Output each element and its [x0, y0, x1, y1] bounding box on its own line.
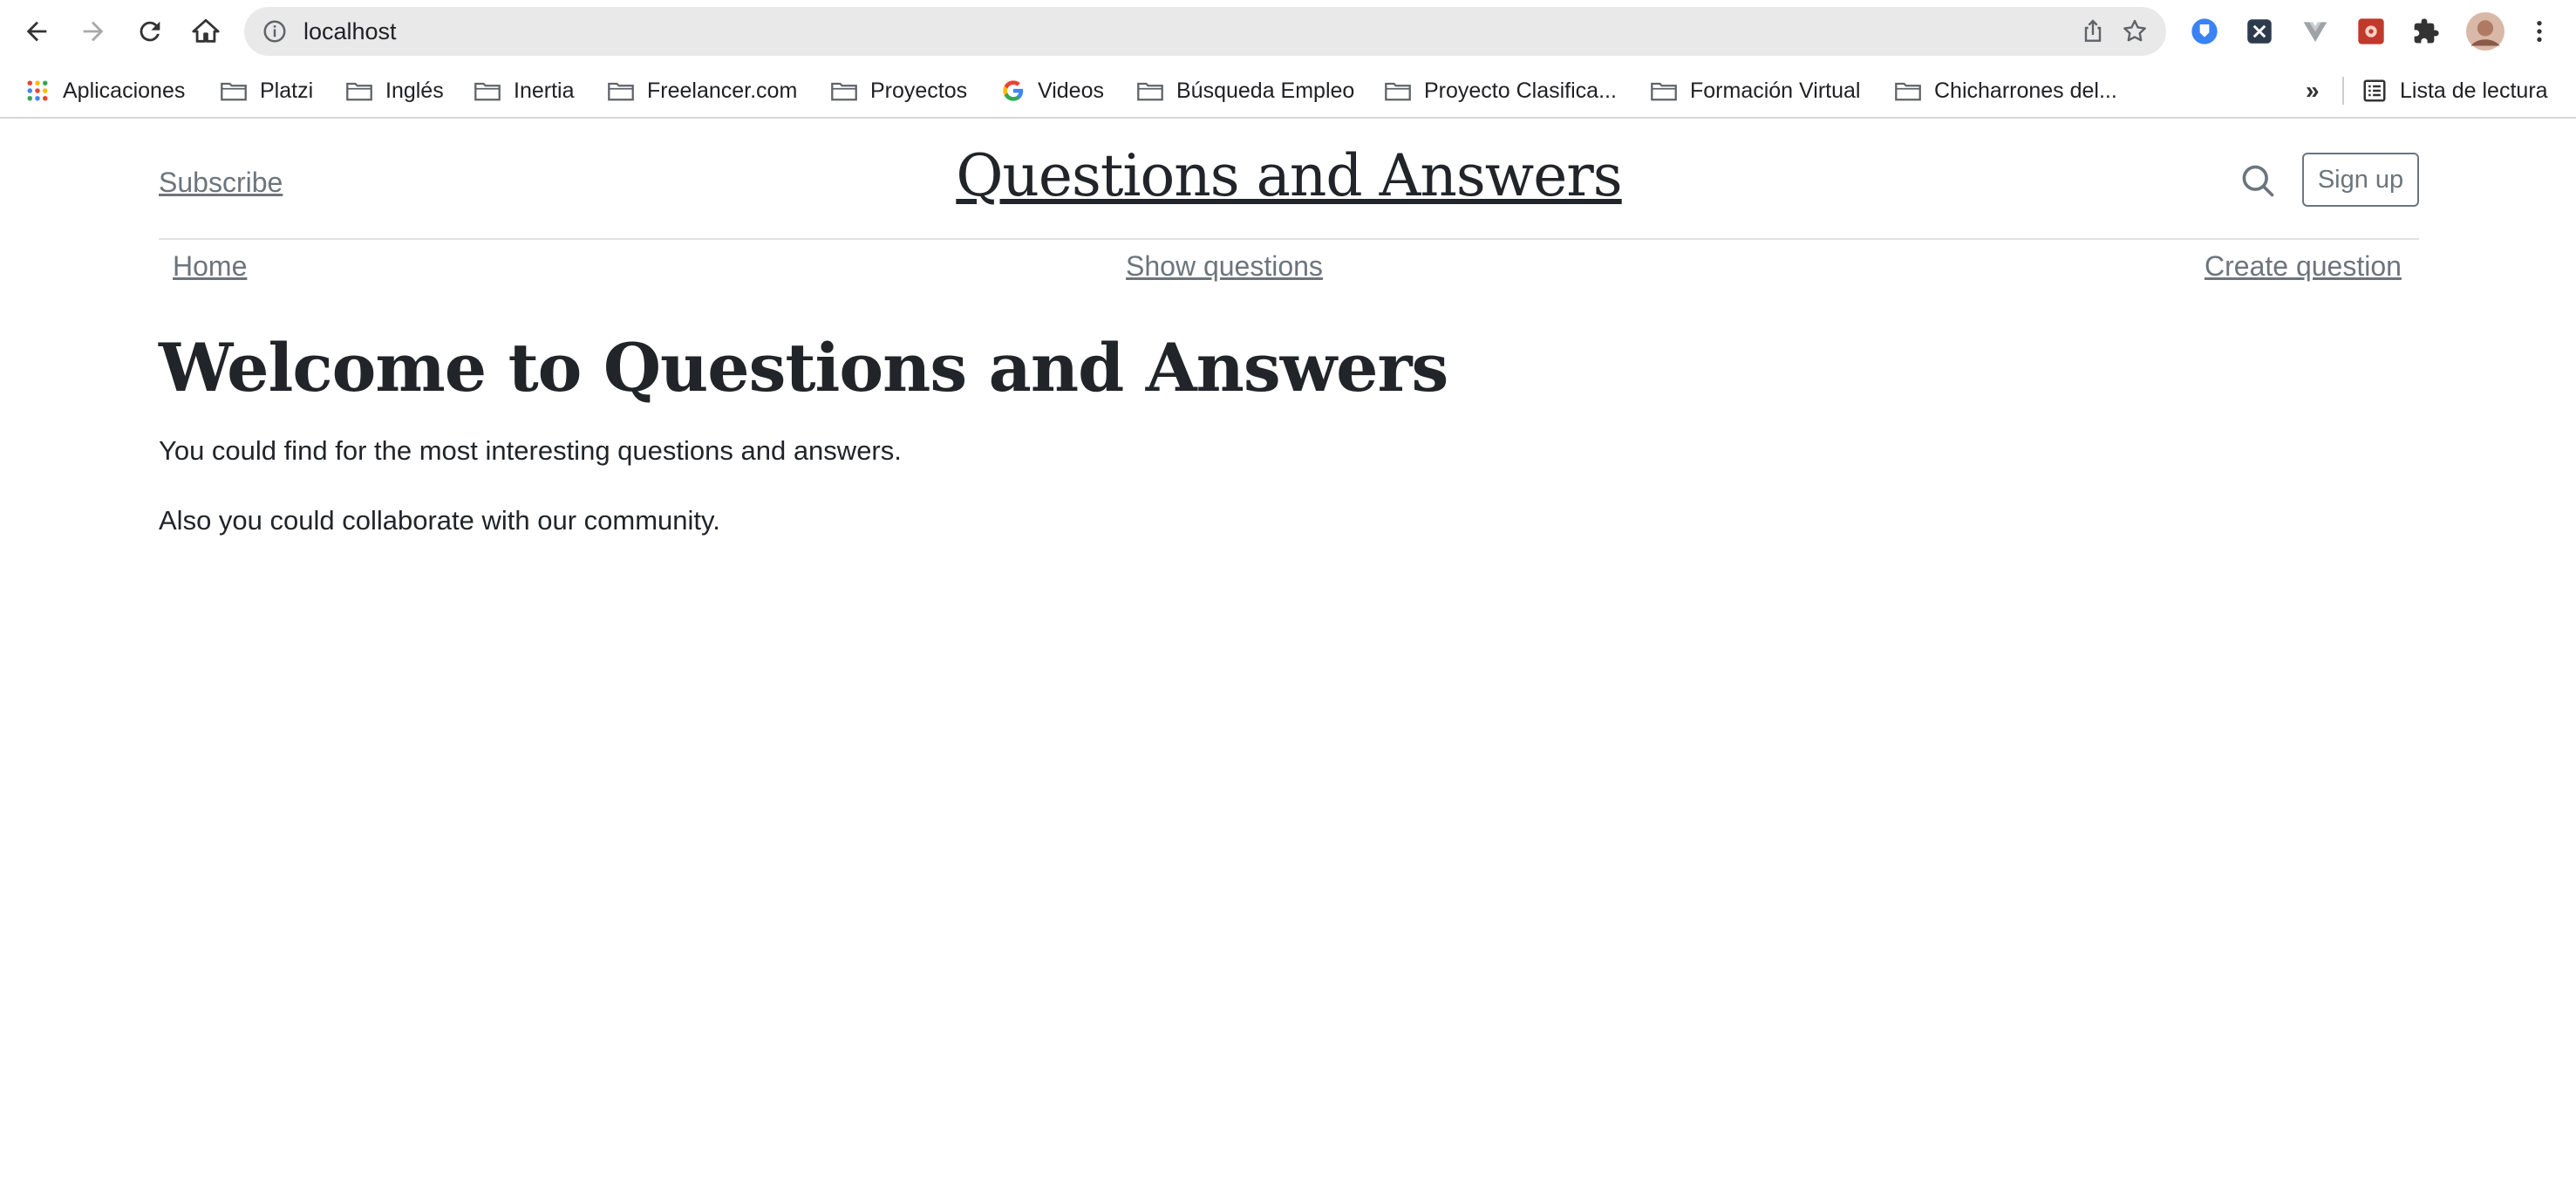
google-icon: [1003, 80, 1024, 101]
intro-text: You could find for the most interesting …: [159, 435, 902, 466]
bookmark-label: Platzi: [260, 78, 314, 103]
bookmark-label: Freelancer.com: [647, 78, 798, 103]
bookmark-label: Proyectos: [870, 78, 968, 103]
star-icon[interactable]: [2121, 17, 2149, 45]
bookmark-folder[interactable]: Proyecto Clasifica...: [1384, 63, 1617, 119]
bookmark-link[interactable]: Videos: [1001, 63, 1104, 119]
reload-button[interactable]: [128, 10, 172, 53]
home-button[interactable]: [184, 10, 228, 53]
reload-icon: [140, 21, 160, 42]
bookmark-label: Inertia: [514, 78, 575, 103]
bookmarks-divider: [2342, 77, 2344, 105]
bookmark-folder[interactable]: Búsqueda Empleo: [1136, 63, 1354, 119]
extension-vue-icon[interactable]: [2299, 15, 2332, 48]
blog-header: Subscribe Questions and Answers Sign up: [159, 120, 2419, 240]
bookmark-label: Inglés: [385, 78, 444, 103]
folder-icon: [831, 82, 857, 101]
folder-icon: [1137, 82, 1163, 101]
browser-toolbar: localhost: [0, 0, 2576, 63]
bookmark-label: Aplicaciones: [63, 78, 186, 103]
bookmark-folder[interactable]: Inglés: [345, 63, 444, 119]
bookmark-label: Videos: [1038, 78, 1104, 103]
folder-icon: [608, 82, 634, 101]
folder-icon: [1651, 82, 1677, 101]
extension-red-icon[interactable]: [2355, 15, 2388, 48]
bookmark-folder[interactable]: Platzi: [220, 63, 313, 119]
back-button[interactable]: [15, 10, 58, 53]
share-icon[interactable]: [2079, 17, 2107, 45]
nav-create-question-link[interactable]: Create question: [2205, 250, 2402, 283]
site-title-link[interactable]: Questions and Answers: [159, 142, 2419, 209]
page-content: Subscribe Questions and Answers Sign up …: [0, 120, 2576, 1202]
search-icon[interactable]: [2239, 161, 2277, 200]
kebab-menu-icon[interactable]: [2523, 15, 2556, 48]
bookmark-folder[interactable]: Chicharrones del...: [1894, 63, 2117, 119]
main-nav: Home Show questions Create question: [159, 250, 2419, 294]
folder-icon: [221, 82, 247, 101]
bookmark-label: Chicharrones del...: [1934, 78, 2117, 103]
extension-bitwarden-icon[interactable]: [2188, 15, 2221, 48]
puzzle-icon[interactable]: [2409, 15, 2443, 48]
arrow-left-icon: [26, 21, 47, 42]
reading-list-icon: [2363, 79, 2386, 102]
nav-home-link[interactable]: Home: [173, 250, 247, 283]
reading-list-label: Lista de lectura: [2400, 78, 2548, 103]
apps-grid-icon: [27, 80, 48, 101]
nav-show-questions-link[interactable]: Show questions: [1126, 250, 1323, 283]
reading-list-button[interactable]: Lista de lectura: [2361, 63, 2548, 119]
extension-x-icon[interactable]: [2243, 15, 2276, 48]
community-text: Also you could collaborate with our comm…: [159, 505, 720, 536]
more-bookmarks-button[interactable]: »: [2306, 63, 2320, 119]
bookmark-label: Proyecto Clasifica...: [1424, 78, 1617, 103]
bookmark-folder[interactable]: Freelancer.com: [607, 63, 797, 119]
bookmarks-bar: Aplicaciones Platzi Inglés Inertia Freel…: [0, 63, 2576, 119]
info-icon[interactable]: [262, 18, 288, 44]
address-bar[interactable]: localhost: [244, 7, 2166, 56]
folder-icon: [1895, 82, 1921, 101]
bookmark-label: Formación Virtual: [1690, 78, 1861, 103]
sign-up-button[interactable]: Sign up: [2302, 153, 2419, 207]
bookmark-apps[interactable]: Aplicaciones: [24, 63, 185, 119]
forward-button[interactable]: [72, 10, 115, 53]
bookmark-folder[interactable]: Proyectos: [830, 63, 967, 119]
avatar[interactable]: [2465, 11, 2505, 51]
folder-icon: [1385, 82, 1411, 101]
bookmark-folder[interactable]: Inertia: [474, 63, 574, 119]
folder-icon: [346, 82, 372, 101]
bookmark-label: Búsqueda Empleo: [1176, 78, 1355, 103]
url-text[interactable]: localhost: [303, 7, 397, 56]
page-title: Welcome to Questions and Answers: [159, 329, 1448, 406]
home-icon: [192, 18, 220, 43]
bookmark-folder[interactable]: Formación Virtual: [1650, 63, 1860, 119]
arrow-right-icon: [83, 21, 104, 42]
folder-icon: [474, 82, 501, 101]
